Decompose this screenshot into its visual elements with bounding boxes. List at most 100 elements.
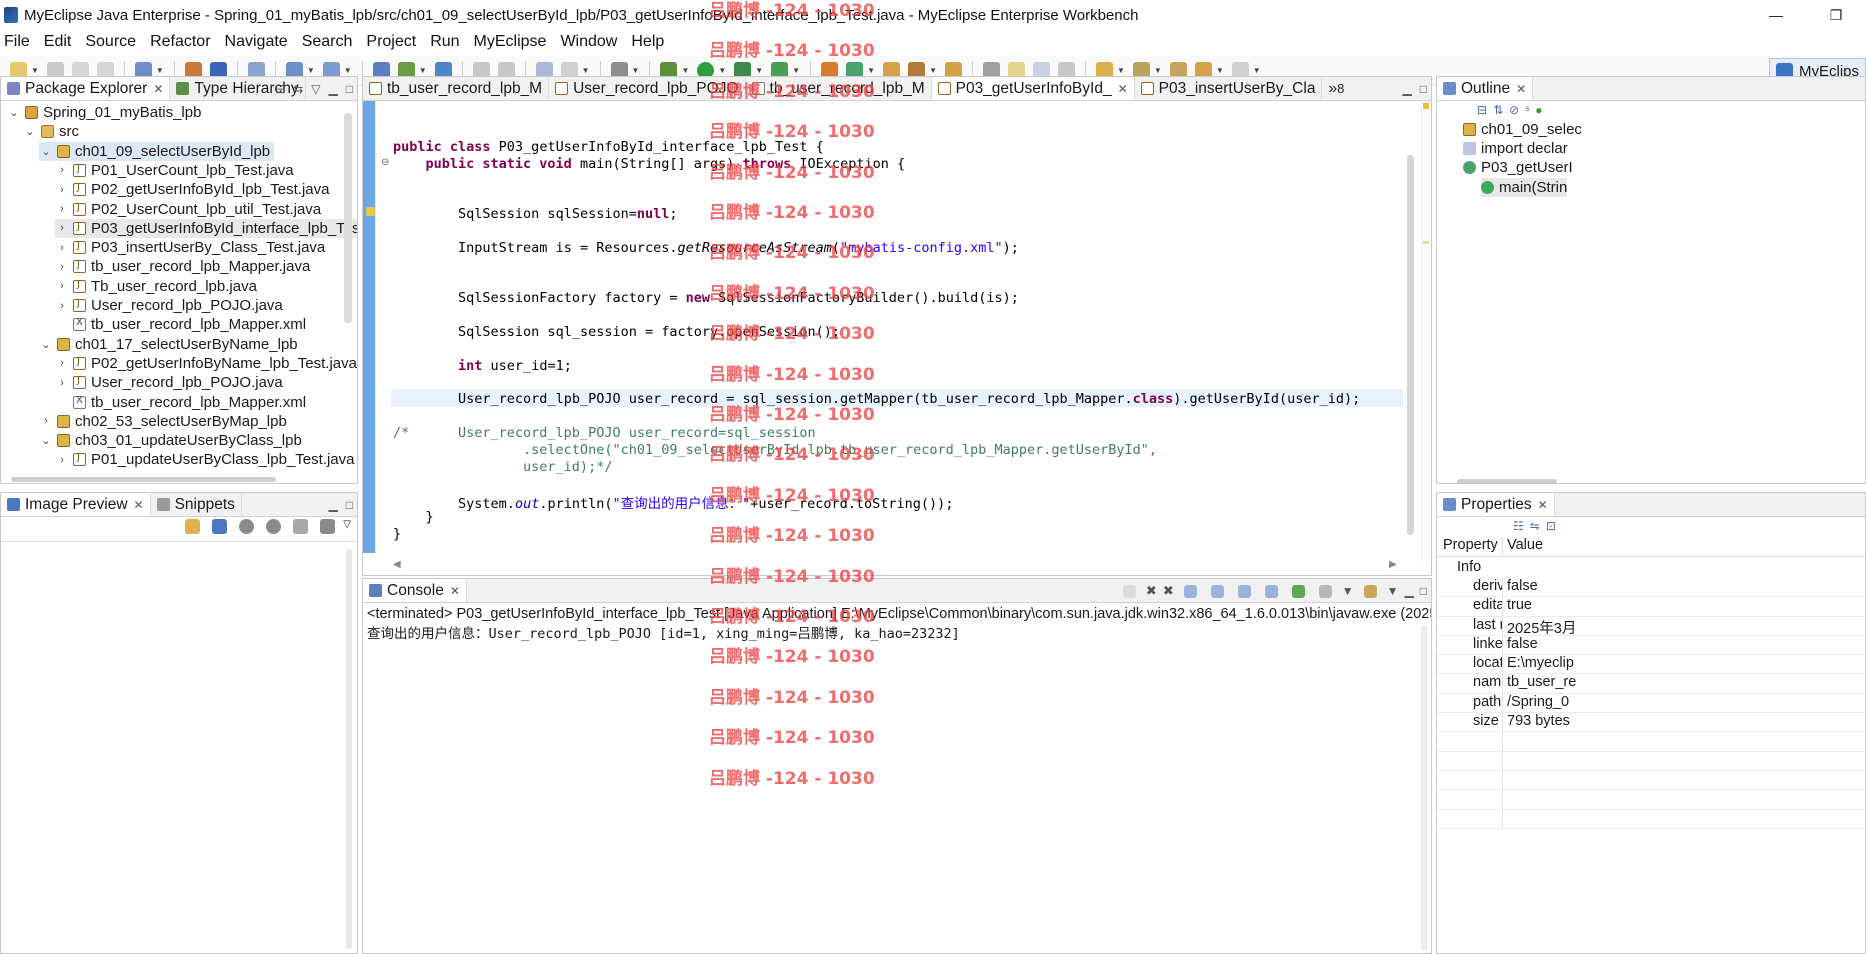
scroll-lock-icon[interactable] bbox=[1210, 584, 1224, 598]
chevron-down-icon[interactable]: ⌄ bbox=[39, 434, 53, 447]
menu-refactor[interactable]: Refactor bbox=[146, 33, 218, 51]
chevron-right-icon[interactable]: › bbox=[55, 357, 69, 369]
chevron-down-icon[interactable]: ▼ bbox=[632, 66, 640, 75]
code-line-comment-2[interactable]: .selectOne("ch01_09_selectUserById_lpb.t… bbox=[393, 442, 1157, 459]
menu-window[interactable]: Window bbox=[556, 33, 625, 51]
tab-editor-5[interactable]: P03_insertUserBy_Cla bbox=[1135, 77, 1323, 100]
tab-editor-4[interactable]: P03_getUserInfoById_ ✕ bbox=[931, 77, 1135, 100]
vertical-scrollbar[interactable] bbox=[346, 549, 352, 949]
tree-item[interactable]: › P02_UserCount_lpb_util_Test.java bbox=[55, 200, 321, 219]
code-line-println[interactable]: System.out.println("查询出的用户信息："+user_reco… bbox=[393, 492, 953, 512]
menu-myeclipse[interactable]: MyEclipse bbox=[470, 33, 555, 51]
categories-icon[interactable]: ☷ bbox=[1513, 519, 1524, 533]
fit-icon[interactable] bbox=[212, 519, 228, 534]
property-row[interactable]: path/Spring_0 bbox=[1437, 693, 1865, 714]
chevron-down-icon[interactable]: ▼ bbox=[1342, 584, 1354, 598]
view-menu-icon[interactable]: ▽ bbox=[311, 82, 320, 96]
collapse-all-icon[interactable]: ⊟ bbox=[275, 82, 285, 96]
tree-item[interactable]: › P03_getUserInfoById_interface_lpb_Test.… bbox=[55, 218, 357, 238]
tree-item[interactable]: › Tb_user_record_lpb.java bbox=[55, 277, 257, 296]
menu-source[interactable]: Source bbox=[81, 33, 144, 51]
tree-item[interactable]: › tb_user_record_lpb_Mapper.java bbox=[55, 257, 310, 276]
chevron-right-icon[interactable]: › bbox=[55, 454, 69, 466]
fold-collapse-icon[interactable]: ⊖ bbox=[381, 157, 389, 168]
maximize-view-icon[interactable]: □ bbox=[346, 82, 353, 96]
tree-item[interactable]: ⌄ src bbox=[23, 122, 79, 141]
remove-all-icon[interactable]: ✖ bbox=[1163, 583, 1174, 599]
tab-editor-2[interactable]: User_record_lpb_POJO bbox=[549, 77, 746, 100]
chevron-down-icon[interactable]: ▼ bbox=[1154, 66, 1162, 75]
tree-item[interactable]: ⌄ ch03_01_updateUserByClass_lpb bbox=[39, 431, 301, 450]
sync-icon[interactable] bbox=[185, 519, 201, 534]
restore-default-icon[interactable]: ⊡ bbox=[1546, 519, 1556, 533]
menu-project[interactable]: Project bbox=[362, 33, 424, 51]
hide-nonpublic-icon[interactable]: ● bbox=[1535, 103, 1542, 117]
tree-item[interactable]: › P03_insertUserBy_Class_Test.java bbox=[55, 238, 325, 257]
filter-icon[interactable]: ⇋ bbox=[1530, 519, 1540, 533]
code-line-class[interactable]: public class P03_getUserInfoById_interfa… bbox=[393, 139, 824, 156]
maximize-view-icon[interactable]: □ bbox=[1420, 584, 1427, 598]
outline-method[interactable]: main(Strin bbox=[1481, 178, 1568, 197]
tree-item[interactable]: › ch02_53_selectUserByMap_lpb bbox=[39, 412, 287, 431]
chevron-down-icon[interactable]: ▼ bbox=[718, 66, 726, 75]
horizontal-scrollbar[interactable] bbox=[1457, 479, 1557, 483]
close-icon[interactable]: ✕ bbox=[1538, 498, 1548, 512]
chevron-down-icon[interactable]: ⌄ bbox=[23, 125, 37, 138]
code-line-comment-1[interactable]: /* User_record_lpb_POJO user_record=sql_… bbox=[393, 425, 816, 442]
collapse-all-icon[interactable]: ⊟ bbox=[1477, 103, 1487, 117]
tab-console[interactable]: Console ✕ bbox=[363, 579, 467, 602]
close-icon[interactable]: ✕ bbox=[1516, 82, 1526, 96]
chevron-down-icon[interactable]: ▼ bbox=[1117, 66, 1125, 75]
hide-fields-icon[interactable]: ⊘ bbox=[1509, 103, 1519, 117]
menu-help[interactable]: Help bbox=[627, 33, 672, 51]
tab-outline[interactable]: Outline ✕ bbox=[1437, 77, 1534, 100]
link-editor-icon[interactable]: ⇆ bbox=[293, 82, 303, 96]
tree-item[interactable]: › P01_UserCount_lpb_Test.java bbox=[55, 161, 293, 180]
menu-file[interactable]: File bbox=[0, 33, 38, 51]
chevron-down-icon[interactable]: ▼ bbox=[419, 66, 427, 75]
properties-group-info[interactable]: Info bbox=[1457, 559, 1481, 575]
chevron-down-icon[interactable]: ⌄ bbox=[39, 145, 53, 158]
tab-editor-1[interactable]: tb_user_record_lpb_M bbox=[363, 77, 550, 100]
chevron-right-icon[interactable]: › bbox=[55, 300, 69, 312]
code-line-main[interactable]: public static void main(String[] args) t… bbox=[393, 156, 906, 173]
tree-item[interactable]: tb_user_record_lpb_Mapper.xml bbox=[55, 315, 306, 334]
overview-warning-marker[interactable] bbox=[1423, 103, 1429, 109]
menu-run[interactable]: Run bbox=[426, 33, 467, 51]
chevron-right-icon[interactable]: › bbox=[55, 261, 69, 273]
code-line-close-method[interactable]: } bbox=[393, 509, 434, 526]
hide-static-icon[interactable]: ˢ bbox=[1525, 103, 1529, 117]
chevron-right-icon[interactable]: › bbox=[55, 377, 69, 389]
chevron-down-icon[interactable]: ▼ bbox=[156, 66, 164, 75]
more-tabs-button[interactable]: » 8 bbox=[1322, 77, 1350, 100]
zoom-in-icon[interactable] bbox=[266, 519, 282, 534]
chevron-down-icon[interactable]: ▼ bbox=[307, 66, 315, 75]
tree-item[interactable]: tb_user_record_lpb_Mapper.xml bbox=[55, 393, 306, 412]
tree-item[interactable]: ⌄ ch01_09_selectUserById_lpb bbox=[39, 141, 275, 161]
tab-properties[interactable]: Properties ✕ bbox=[1437, 493, 1555, 516]
actual-size-icon[interactable] bbox=[293, 519, 309, 534]
chevron-right-icon[interactable]: › bbox=[55, 280, 69, 292]
property-row[interactable]: linke false bbox=[1437, 635, 1865, 656]
view-menu-icon[interactable]: ▽ bbox=[343, 519, 351, 534]
property-row[interactable]: last r 2025年3月 bbox=[1437, 616, 1865, 636]
chevron-down-icon[interactable]: ⌄ bbox=[39, 338, 53, 351]
restore-button[interactable]: ❐ bbox=[1806, 0, 1866, 30]
close-icon[interactable]: ✕ bbox=[450, 584, 460, 598]
minimize-view-icon[interactable]: ▁ bbox=[1405, 584, 1414, 598]
tree-item[interactable]: ⌄ Spring_01_myBatis_lpb bbox=[7, 103, 201, 122]
property-row[interactable]: edita true bbox=[1437, 597, 1865, 617]
column-property[interactable]: Property bbox=[1437, 537, 1503, 556]
code-line-userid[interactable]: int user_id=1; bbox=[393, 358, 572, 375]
chevron-right-icon[interactable]: › bbox=[55, 184, 69, 196]
chevron-down-icon[interactable]: ⌄ bbox=[7, 106, 21, 119]
tab-snippets[interactable]: Snippets bbox=[151, 493, 242, 516]
chevron-down-icon[interactable]: ▼ bbox=[1216, 66, 1224, 75]
code-line-getmapper[interactable]: User_record_lpb_POJO user_record = sql_s… bbox=[393, 391, 1360, 408]
open-console-icon[interactable] bbox=[1363, 584, 1377, 598]
chevron-right-icon[interactable]: › bbox=[55, 203, 69, 215]
fit-window-icon[interactable] bbox=[320, 519, 336, 534]
column-value[interactable]: Value bbox=[1503, 537, 1543, 556]
close-icon[interactable]: ✕ bbox=[134, 498, 144, 512]
zoom-out-icon[interactable] bbox=[239, 519, 255, 534]
